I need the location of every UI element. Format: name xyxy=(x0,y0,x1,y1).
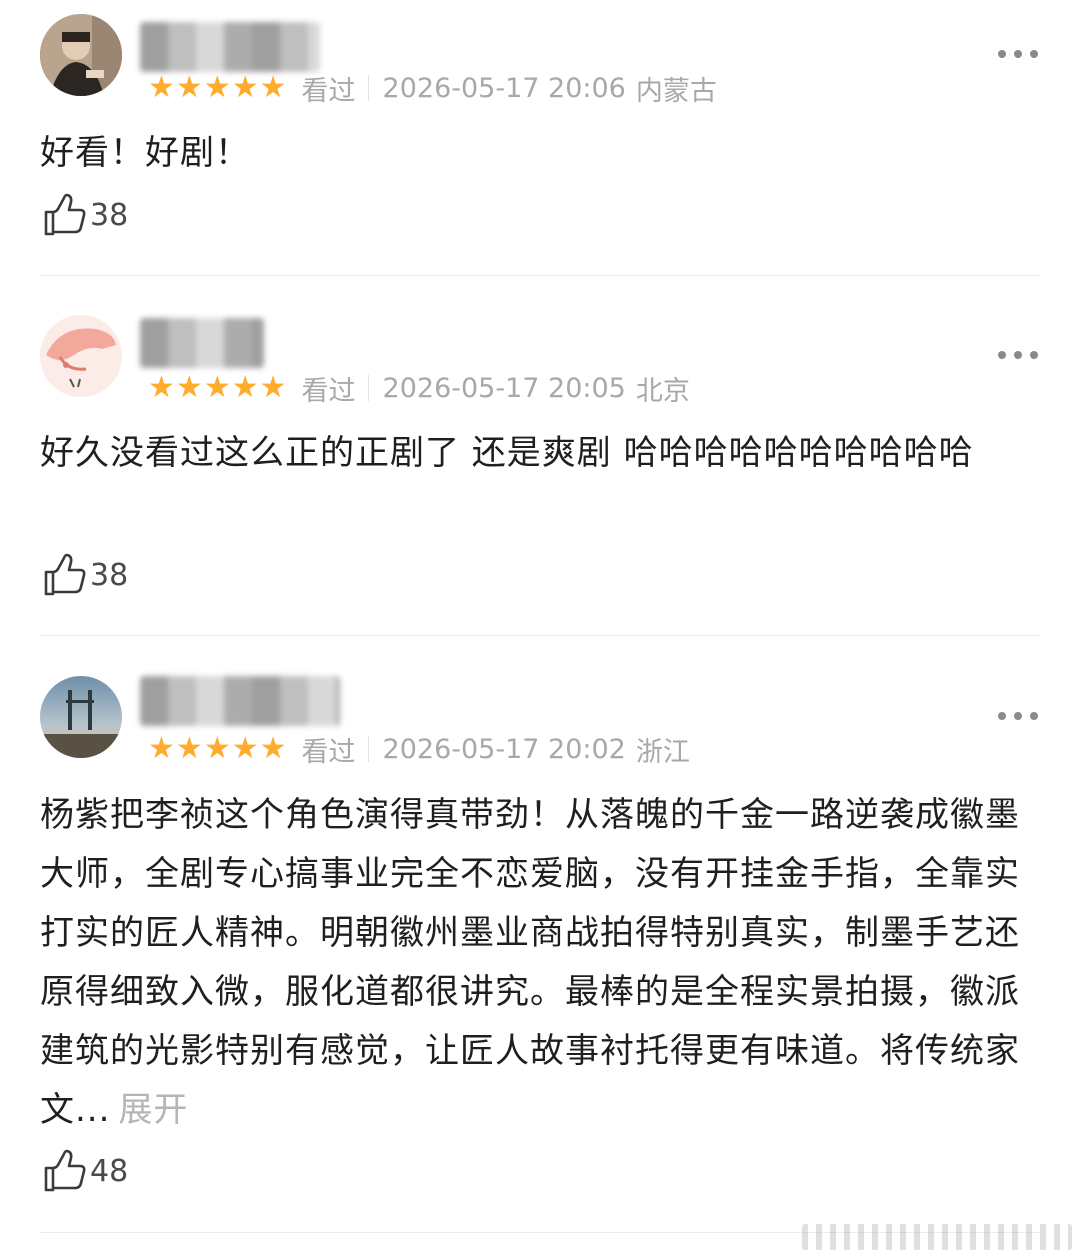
review-location: 浙江 xyxy=(635,736,690,768)
star-icon: ★ xyxy=(148,731,175,766)
cartoon-avatar-icon xyxy=(40,315,122,397)
like-count: 38 xyxy=(90,197,129,233)
star-icon: ★ xyxy=(231,731,259,766)
review-datetime: 2026-05-17 20:02 xyxy=(382,733,626,765)
review-location: 内蒙古 xyxy=(635,75,717,107)
review-location: 北京 xyxy=(635,375,690,407)
meta-separator xyxy=(367,75,369,101)
review-meta: ★ ★ ★ ★ ★ 看过 2026-05-17 20:02 浙江 xyxy=(148,729,690,769)
avatar[interactable] xyxy=(40,315,122,397)
avatar[interactable] xyxy=(40,676,122,758)
meta-separator xyxy=(367,736,369,762)
review-meta: ★ ★ ★ ★ ★ 看过 2026-05-17 20:05 北京 xyxy=(148,368,690,408)
thumbs-up-icon xyxy=(44,553,86,596)
star-icon: ★ xyxy=(175,70,203,105)
more-dots-icon[interactable] xyxy=(998,349,1038,361)
star-rating: ★ ★ ★ ★ ★ xyxy=(148,73,288,103)
star-rating: ★ ★ ★ ★ ★ xyxy=(148,373,288,403)
star-rating: ★ ★ ★ ★ ★ xyxy=(148,734,288,764)
more-dots-icon[interactable] xyxy=(998,710,1038,722)
review-item: ★ ★ ★ ★ ★ 看过 2026-05-17 20:06 内蒙古 好看！好剧！ 38 xyxy=(0,0,1080,276)
star-icon: ★ xyxy=(231,370,259,405)
like-button[interactable]: 38 xyxy=(42,552,128,598)
meta-separator xyxy=(367,375,369,401)
review-text: 好看！好剧！ xyxy=(40,133,250,173)
review-text: 好久没看过这么正的正剧了 还是爽剧 哈哈哈哈哈哈哈哈哈哈 xyxy=(40,433,974,473)
star-icon: ★ xyxy=(259,70,287,105)
star-icon: ★ xyxy=(259,370,287,405)
review-item: ★ ★ ★ ★ ★ 看过 2026-05-17 20:02 浙江 杨紫把李祯这个角色演得… xyxy=(0,636,1080,1256)
star-icon: ★ xyxy=(175,370,203,405)
review-item: ★ ★ ★ ★ ★ 看过 2026-05-17 20:05 北京 好久没看过这么正的正剧… xyxy=(0,276,1080,636)
like-button[interactable]: 48 xyxy=(42,1148,128,1194)
username-blurred xyxy=(140,22,320,72)
watch-status: 看过 xyxy=(301,75,356,107)
review-meta: ★ ★ ★ ★ ★ 看过 2026-05-17 20:06 内蒙古 xyxy=(148,68,717,108)
user-photo-icon xyxy=(40,14,122,96)
review-datetime: 2026-05-17 20:05 xyxy=(382,372,626,404)
star-icon: ★ xyxy=(203,731,231,766)
avatar[interactable] xyxy=(40,14,122,96)
thumbs-up-icon xyxy=(44,193,86,236)
star-icon: ★ xyxy=(203,370,231,405)
like-count: 38 xyxy=(90,557,129,593)
review-datetime: 2026-05-17 20:06 xyxy=(382,72,626,104)
review-text: 杨紫把李祯这个角色演得真带劲！从落魄的千金一路逆袭成徽墨大师，全剧专心搞事业完全… xyxy=(40,786,1025,1140)
landscape-avatar-icon xyxy=(40,676,122,758)
username-blurred xyxy=(140,676,340,726)
review-text-body: 杨紫把李祯这个角色演得真带劲！从落魄的千金一路逆袭成徽墨大师，全剧专心搞事业完全… xyxy=(40,795,1020,1130)
like-count: 48 xyxy=(90,1153,129,1189)
star-icon: ★ xyxy=(148,70,175,105)
username-blurred xyxy=(140,318,264,368)
watch-status: 看过 xyxy=(301,736,356,768)
star-icon: ★ xyxy=(203,70,231,105)
star-icon: ★ xyxy=(259,731,287,766)
star-icon: ★ xyxy=(231,70,259,105)
expand-link[interactable]: 展开 xyxy=(118,1090,188,1130)
like-button[interactable]: 38 xyxy=(42,192,128,238)
more-dots-icon[interactable] xyxy=(998,48,1038,60)
thumbs-up-icon xyxy=(44,1149,86,1192)
watch-status: 看过 xyxy=(301,375,356,407)
watermark xyxy=(802,1224,1072,1250)
star-icon: ★ xyxy=(175,731,203,766)
star-icon: ★ xyxy=(148,370,175,405)
